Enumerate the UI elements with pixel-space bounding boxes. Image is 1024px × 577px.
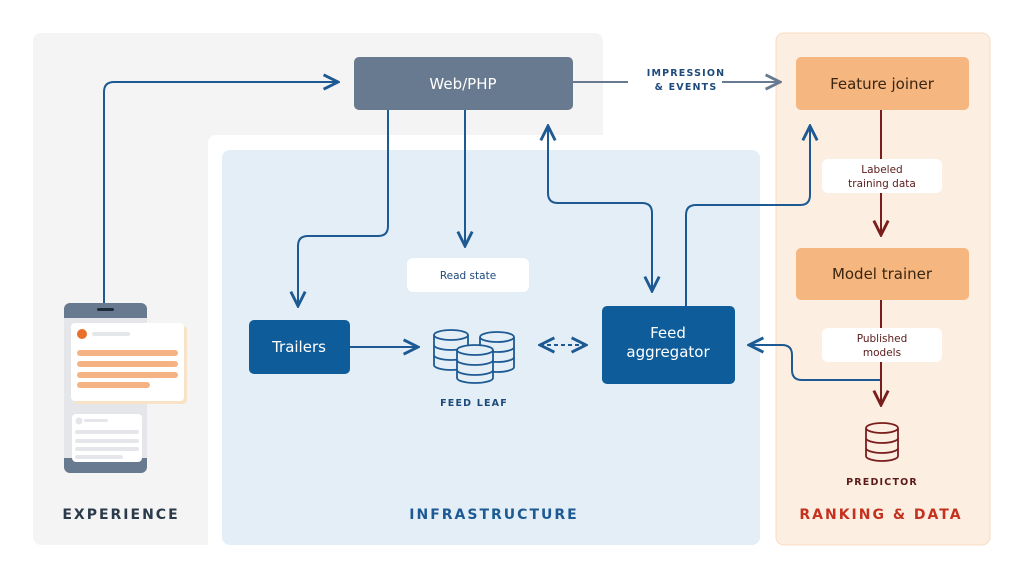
infrastructure-title: INFRASTRUCTURE (409, 507, 578, 523)
trailers-label: Trailers (271, 338, 326, 356)
feature-joiner-label: Feature joiner (830, 75, 935, 93)
impression-label-2: & EVENTS (655, 82, 718, 93)
impression-label-1: IMPRESSION (647, 68, 726, 79)
published-models-box: Published models (822, 328, 942, 362)
feed-aggregator-label-1: Feed (650, 324, 686, 342)
trailers-node: Trailers (249, 320, 350, 374)
feed-aggregator-label-2: aggregator (626, 343, 710, 361)
feed-architecture-diagram: Web/PHP IMPRESSION & EVENTS Trailers Rea… (33, 32, 991, 550)
web-php-label: Web/PHP (429, 75, 496, 93)
experience-title: EXPERIENCE (62, 507, 179, 523)
read-state-label: Read state (440, 270, 496, 282)
feed-aggregator-node: Feed aggregator (602, 306, 735, 384)
published-label-1: Published (857, 333, 908, 345)
published-label-2: models (863, 347, 901, 359)
ranking-title: RANKING & DATA (799, 507, 962, 523)
feed-leaf-label: FEED LEAF (440, 398, 508, 409)
labeled-label-2: training data (848, 178, 916, 190)
model-trainer-node: Model trainer (796, 248, 969, 300)
read-state-label-box: Read state (407, 258, 529, 292)
predictor-label: PREDICTOR (846, 477, 918, 488)
labeled-label-1: Labeled (861, 164, 902, 176)
labeled-training-data-box: Labeled training data (822, 159, 942, 193)
predictor-database-icon (865, 422, 899, 462)
feature-joiner-node: Feature joiner (796, 57, 969, 110)
model-trainer-label: Model trainer (832, 265, 933, 283)
web-php-node: Web/PHP (354, 57, 573, 110)
